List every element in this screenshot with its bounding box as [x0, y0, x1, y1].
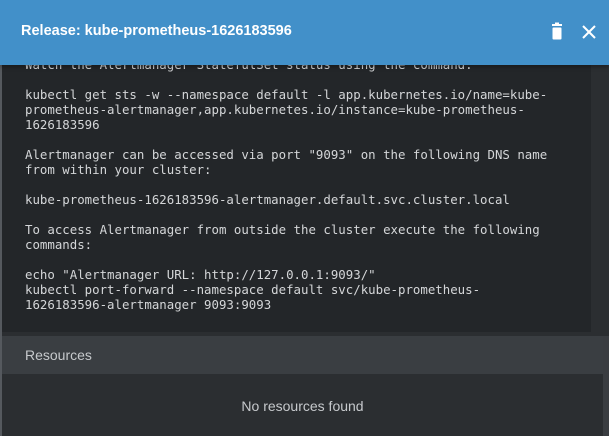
- resources-section-header: Resources: [2, 336, 603, 374]
- resources-section-body: No resources found: [2, 374, 603, 436]
- trash-icon: [552, 22, 562, 40]
- delete-release-button[interactable]: [546, 21, 568, 43]
- dialog-header: Release: kube-prometheus-1626183596: [0, 0, 609, 65]
- notes-scrollbar-track[interactable]: [591, 65, 604, 332]
- resources-empty-message: No resources found: [241, 398, 364, 414]
- close-dialog-button[interactable]: [578, 21, 600, 43]
- release-notes-text: Watch the Alertmanager StatefulSet statu…: [25, 57, 548, 312]
- resources-title: Resources: [25, 347, 92, 363]
- dialog-title: Release: kube-prometheus-1626183596: [21, 23, 292, 39]
- outer-scrollbar[interactable]: [603, 336, 609, 436]
- close-icon: [582, 25, 596, 39]
- release-dialog: Watch the Alertmanager StatefulSet statu…: [0, 0, 609, 436]
- release-notes-panel[interactable]: Watch the Alertmanager StatefulSet statu…: [2, 49, 591, 332]
